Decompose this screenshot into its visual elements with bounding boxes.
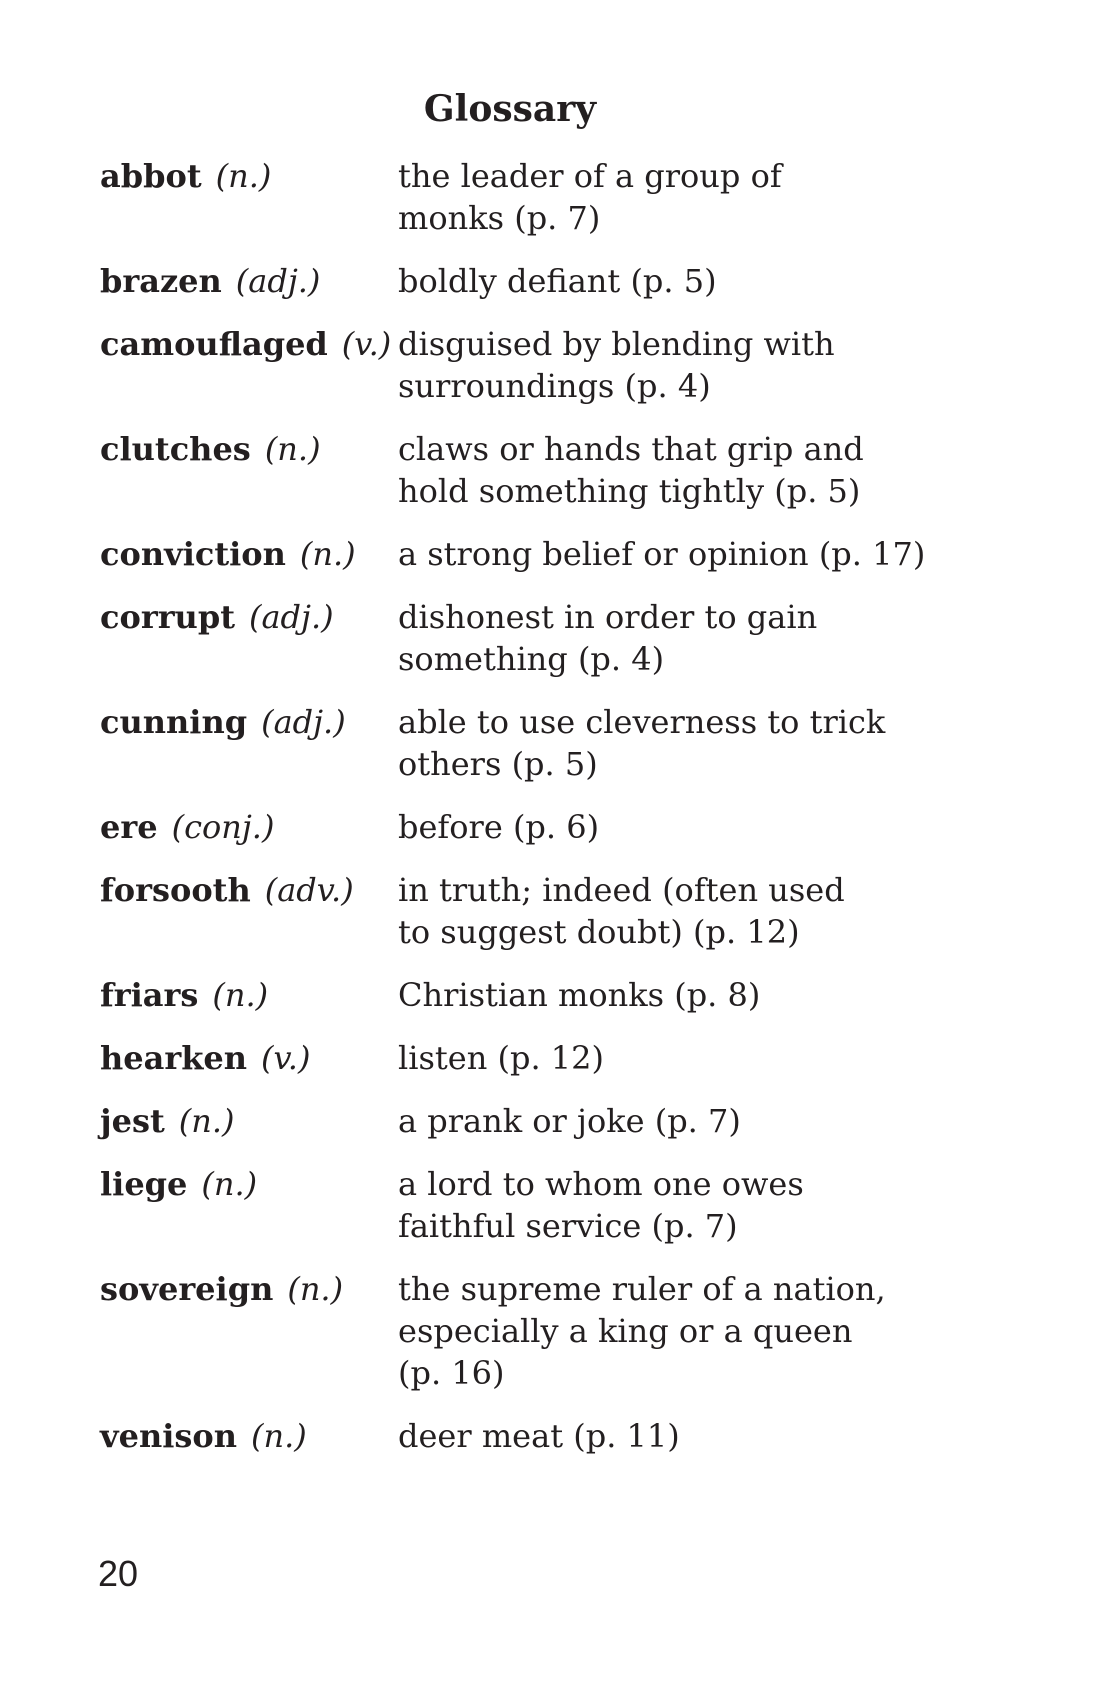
part-of-speech: (v.) [261, 1039, 311, 1077]
glossary-definition: disguised by blending with surroundings … [398, 325, 835, 405]
term-column: clutches (n.) [100, 428, 398, 470]
part-of-speech: (adv.) [264, 871, 354, 909]
glossary-entry: clutches (n.) claws or hands that grip an… [100, 428, 980, 512]
glossary-entry: sovereign (n.) the supreme ruler of a nat… [100, 1268, 980, 1394]
term-column: hearken (v.) [100, 1037, 398, 1079]
term-column: friars (n.) [100, 974, 398, 1016]
glossary-entry: venison (n.) deer meat (p. 11) [100, 1415, 980, 1457]
page-number: 20 [98, 1553, 139, 1594]
glossary-definition: before (p. 6) [398, 808, 600, 846]
glossary-term: brazen [100, 262, 222, 300]
term-column: forsooth (adv.) [100, 869, 398, 911]
glossary-entry: liege (n.) a lord to whom one owes faithf… [100, 1163, 980, 1247]
glossary-definition: listen (p. 12) [398, 1039, 604, 1077]
term-column: jest (n.) [100, 1100, 398, 1142]
term-column: brazen (adj.) [100, 260, 398, 302]
glossary-term: abbot [100, 157, 202, 195]
part-of-speech: (adj.) [235, 262, 321, 300]
part-of-speech: (n.) [299, 535, 356, 573]
glossary-entry: friars (n.) Christian monks (p. 8) [100, 974, 980, 1016]
term-column: conviction (n.) [100, 533, 398, 575]
glossary-entry: brazen (adj.) boldly defiant (p. 5) [100, 260, 980, 302]
glossary-term: conviction [100, 535, 286, 573]
glossary-term: corrupt [100, 598, 235, 636]
glossary-definition: deer meat (p. 11) [398, 1417, 680, 1455]
glossary-definition: Christian monks (p. 8) [398, 976, 761, 1014]
part-of-speech: (conj.) [171, 808, 275, 846]
glossary-term: forsooth [100, 871, 251, 909]
glossary-entry: cunning (adj.) able to use cleverness to … [100, 701, 980, 785]
glossary-term: clutches [100, 430, 251, 468]
part-of-speech: (adj.) [248, 598, 334, 636]
glossary-term: sovereign [100, 1270, 274, 1308]
glossary-entry: abbot (n.) the leader of a group of monks… [100, 155, 980, 239]
glossary-entry: corrupt (adj.) dishonest in order to gain… [100, 596, 980, 680]
glossary-definition: a prank or joke (p. 7) [398, 1102, 741, 1140]
glossary-entry: forsooth (adv.) in truth; indeed (often u… [100, 869, 980, 953]
glossary-term: venison [100, 1417, 237, 1455]
glossary-term: friars [100, 976, 199, 1014]
glossary-definition: able to use cleverness to trick others (… [398, 703, 886, 783]
glossary-definition: dishonest in order to gain something (p.… [398, 598, 818, 678]
term-column: camouflaged (v.) [100, 323, 398, 365]
glossary-definition: a strong belief or opinion (p. 17) [398, 535, 926, 573]
glossary-term: ere [100, 808, 158, 846]
glossary-term: jest [100, 1102, 165, 1140]
glossary-entry: jest (n.) a prank or joke (p. 7) [100, 1100, 980, 1142]
term-column: venison (n.) [100, 1415, 398, 1457]
term-column: abbot (n.) [100, 155, 398, 197]
part-of-speech: (n.) [215, 157, 272, 195]
part-of-speech: (n.) [251, 1417, 307, 1455]
term-column: cunning (adj.) [100, 701, 398, 743]
part-of-speech: (n.) [212, 976, 269, 1014]
part-of-speech: (n.) [264, 430, 321, 468]
glossary-entry: ere (conj.) before (p. 6) [100, 806, 980, 848]
part-of-speech: (n.) [178, 1102, 235, 1140]
glossary-term: hearken [100, 1039, 248, 1077]
page-title: Glossary [423, 88, 597, 130]
part-of-speech: (adj.) [261, 703, 346, 741]
glossary-definition: in truth; indeed (often used to suggest … [398, 871, 845, 951]
part-of-speech: (v.) [341, 325, 392, 363]
glossary-list: abbot (n.) the leader of a group of monks… [100, 155, 980, 1457]
term-column: corrupt (adj.) [100, 596, 398, 638]
glossary-definition: the supreme ruler of a nation, especiall… [398, 1270, 886, 1392]
term-column: sovereign (n.) [100, 1268, 398, 1310]
glossary-entry: hearken (v.) listen (p. 12) [100, 1037, 980, 1079]
glossary-entry: conviction (n.) a strong belief or opinio… [100, 533, 980, 575]
glossary-definition: the leader of a group of monks (p. 7) [398, 157, 782, 237]
part-of-speech: (n.) [201, 1165, 258, 1203]
glossary-entry: camouflaged (v.) disguised by blending wi… [100, 323, 980, 407]
glossary-definition: a lord to whom one owes faithful service… [398, 1165, 804, 1245]
part-of-speech: (n.) [287, 1270, 344, 1308]
glossary-term: cunning [100, 703, 248, 741]
glossary-definition: boldly defiant (p. 5) [398, 262, 717, 300]
glossary-term: liege [100, 1165, 188, 1203]
term-column: liege (n.) [100, 1163, 398, 1205]
glossary-term: camouflaged [100, 325, 328, 363]
glossary-definition: claws or hands that grip and hold someth… [398, 430, 864, 510]
term-column: ere (conj.) [100, 806, 398, 848]
